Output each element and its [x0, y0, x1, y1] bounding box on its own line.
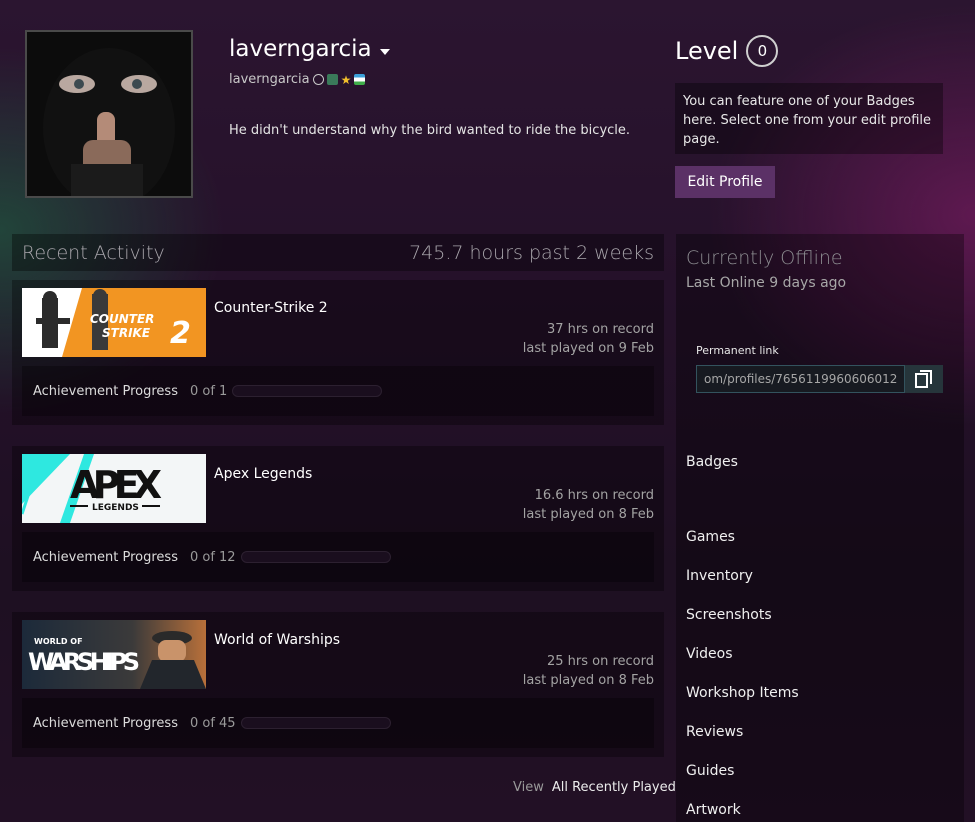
online-status: Currently Offline [686, 247, 843, 269]
capsule-line-1: COUNTER [90, 312, 154, 326]
flag-icon [354, 74, 366, 85]
recent-activity-header: Recent Activity 745.7 hours past 2 weeks [12, 234, 664, 271]
sidebar-link-inventory[interactable]: Inventory [686, 568, 753, 584]
achievement-label: Achievement Progress [33, 715, 178, 731]
last-played: last played on 8 Feb [522, 673, 654, 688]
star-icon: ★ [340, 72, 352, 87]
card-icon [326, 74, 338, 85]
hours-on-record: 25 hrs on record [546, 654, 654, 669]
game-capsule-counter-strike-2[interactable]: COUNTER STRIKE 2 [22, 288, 206, 357]
counter-strike-capsule-art: COUNTER STRIKE 2 [22, 288, 206, 357]
achievement-progress[interactable]: Achievement Progress 0 of 12 [22, 532, 654, 582]
level-label: Level [675, 37, 739, 65]
capsule-line-1: WORLD OF [34, 637, 83, 646]
sidebar-link-games[interactable]: Games [686, 529, 735, 545]
username: laverngarcia [229, 36, 372, 62]
capsule-line-2: STRIKE [102, 326, 151, 340]
achievement-progress-bar [240, 717, 391, 729]
question-circle-icon [312, 74, 324, 85]
world-of-warships-capsule-art: WORLD OF WARSHIPS [22, 620, 206, 689]
achievement-label: Achievement Progress [33, 549, 178, 565]
game-row: WORLD OF WARSHIPS World of Warships 25 h… [12, 612, 664, 757]
copy-link-button[interactable] [905, 365, 943, 393]
hours-on-record: 37 hrs on record [546, 322, 654, 337]
capsule-line-1: APEX [70, 463, 162, 507]
game-name[interactable]: Counter-Strike 2 [214, 300, 328, 316]
all-recently-played-link[interactable]: All Recently Played [552, 780, 676, 795]
achievement-count: 0 of 12 [189, 549, 236, 565]
last-online: Last Online 9 days ago [686, 275, 847, 291]
profile-sidebar: Currently Offline Last Online 9 days ago… [676, 234, 964, 822]
achievement-progress-bar [232, 385, 383, 397]
sidebar-link-screenshots[interactable]: Screenshots [686, 607, 772, 623]
last-played: last played on 9 Feb [522, 341, 654, 356]
permanent-link-label: Permanent link [696, 344, 779, 357]
capsule-line-2: WARSHIPS [28, 648, 140, 676]
edit-profile-button[interactable]: Edit Profile [675, 166, 775, 198]
game-stats: 25 hrs on record last played on 8 Feb [523, 652, 654, 690]
avatar-image [27, 32, 191, 196]
game-name[interactable]: Apex Legends [214, 466, 312, 482]
achievement-progress[interactable]: Achievement Progress 0 of 1 [22, 366, 654, 416]
apex-legends-capsule-art: APEX LEGENDS [22, 454, 206, 523]
game-row: COUNTER STRIKE 2 Counter-Strike 2 37 hrs… [12, 280, 664, 425]
view-label: View [513, 780, 544, 795]
recent-activity-title: Recent Activity [22, 241, 165, 264]
achievement-progress-bar [240, 551, 391, 563]
sub-name: laverngarcia [229, 72, 310, 87]
achievement-count: 0 of 45 [189, 715, 236, 731]
hours-on-record: 16.6 hrs on record [534, 488, 654, 503]
game-row: APEX LEGENDS Apex Legends 16.6 hrs on re… [12, 446, 664, 591]
achievement-label: Achievement Progress [33, 383, 178, 399]
copy-icon [915, 370, 932, 388]
game-stats: 37 hrs on record last played on 9 Feb [523, 320, 654, 358]
capsule-line-2: LEGENDS [92, 503, 139, 513]
avatar[interactable] [25, 30, 193, 198]
sidebar-link-videos[interactable]: Videos [686, 646, 733, 662]
achievement-count: 0 of 1 [189, 383, 228, 399]
featured-badge-note: You can feature one of your Badges here.… [675, 83, 943, 154]
capsule-number: 2 [170, 316, 191, 351]
view-all-recently-played: View All Recently Played [513, 780, 676, 795]
achievement-progress[interactable]: Achievement Progress 0 of 45 [22, 698, 654, 748]
chevron-down-icon [379, 49, 390, 55]
sidebar-link-guides[interactable]: Guides [686, 763, 734, 779]
sidebar-link-artwork[interactable]: Artwork [686, 802, 741, 818]
profile-subline: laverngarcia ★ [229, 72, 366, 87]
last-played: last played on 8 Feb [522, 507, 654, 522]
game-name[interactable]: World of Warships [214, 632, 340, 648]
sidebar-link-workshop-items[interactable]: Workshop Items [686, 685, 799, 701]
profile-name-dropdown[interactable]: laverngarcia [229, 36, 390, 62]
sidebar-link-reviews[interactable]: Reviews [686, 724, 743, 740]
permanent-link-input[interactable] [696, 365, 905, 393]
game-capsule-world-of-warships[interactable]: WORLD OF WARSHIPS [22, 620, 206, 689]
game-capsule-apex-legends[interactable]: APEX LEGENDS [22, 454, 206, 523]
recent-activity-hours: 745.7 hours past 2 weeks [409, 241, 654, 264]
level-badge: 0 [746, 35, 779, 67]
sidebar-link-badges[interactable]: Badges [686, 454, 738, 470]
game-stats: 16.6 hrs on record last played on 8 Feb [523, 486, 654, 524]
profile-summary: He didn't understand why the bird wanted… [229, 123, 631, 138]
level-row: Level 0 [675, 35, 779, 67]
